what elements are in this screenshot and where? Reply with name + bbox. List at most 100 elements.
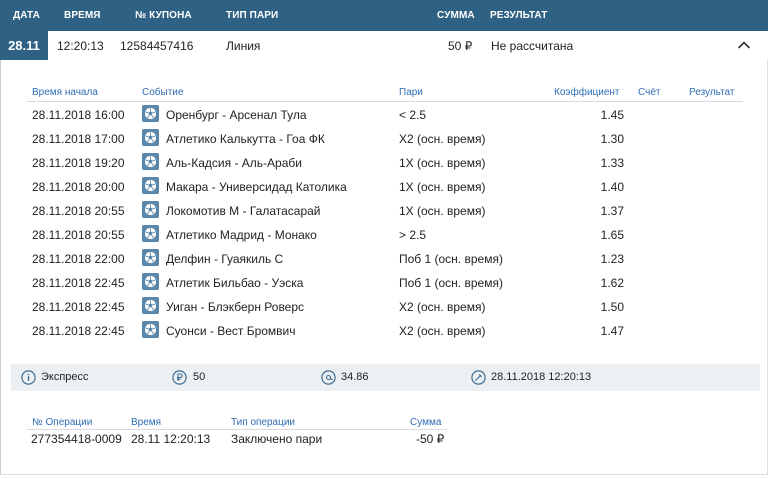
soccer-ball-icon (142, 273, 159, 290)
coupon-summary: Экспресс 50 34.86 28.11.2018 12:20:13 (11, 364, 760, 391)
summary-datetime: 28.11.2018 12:20:13 (491, 371, 592, 383)
operations-header-number: № Операции (32, 417, 93, 428)
operations-header-type: Тип операции (231, 417, 296, 428)
event-row: 28.11.2018 22:00 Делфин - Гуаякиль С Поб 1… (0, 247, 768, 271)
event-coefficient: 1.65 (600, 228, 624, 242)
soccer-ball-icon (142, 225, 159, 242)
coupon-time: 12:20:13 (57, 39, 104, 53)
event-name[interactable]: Уиган - Блэкберн Роверс (166, 300, 304, 314)
event-start-time: 28.11.2018 20:00 (32, 180, 125, 194)
info-icon (21, 370, 36, 385)
event-row: 28.11.2018 22:45 Уиган - Блэкберн Роверс Х… (0, 295, 768, 319)
event-name[interactable]: Атлетик Бильбао - Уэска (166, 276, 303, 290)
events-header-bet: Пари (399, 87, 423, 98)
event-name[interactable]: Делфин - Гуаякиль С (166, 252, 283, 266)
event-coefficient: 1.50 (600, 300, 624, 314)
event-row: 28.11.2018 16:00 Оренбург - Арсенал Тула <… (0, 103, 768, 127)
event-coefficient: 1.30 (600, 132, 624, 146)
event-bet: < 2.5 (399, 108, 427, 122)
soccer-ball-icon (142, 201, 159, 218)
operations-header-divider (27, 429, 447, 430)
header-sum: СУММА (437, 10, 475, 21)
event-bet: 1Х (осн. время) (399, 156, 486, 170)
event-start-time: 28.11.2018 22:45 (32, 300, 125, 314)
events-header-event: Событие (142, 87, 184, 98)
coupon-sum: 50 ₽ (448, 39, 473, 53)
events-header-start-time: Время начала (32, 87, 98, 98)
event-name[interactable]: Атлетико Мадрид - Монако (166, 228, 317, 242)
operations-header-sum: Сумма (410, 417, 442, 428)
operation-type: Заключено пари (231, 432, 323, 446)
details-bottom-border (0, 474, 768, 475)
coupon-type: Линия (226, 39, 261, 53)
event-start-time: 28.11.2018 19:20 (32, 156, 125, 170)
event-name[interactable]: Оренбург - Арсенал Тула (166, 108, 307, 122)
event-bet: Х2 (осн. время) (399, 300, 486, 314)
at-sign-icon (321, 370, 336, 385)
coupon-row[interactable]: 28.11 12:20:13 12584457416 Линия 50 ₽ Не… (0, 31, 768, 60)
events-header-score: Счёт (638, 87, 661, 98)
event-start-time: 28.11.2018 17:00 (32, 132, 125, 146)
event-name[interactable]: Аль-Кадсия - Аль-Араби (166, 156, 302, 170)
event-coefficient: 1.47 (600, 324, 624, 338)
summary-stake: 50 (193, 371, 206, 383)
coupon-table-header: ДАТА ВРЕМЯ № КУПОНА ТИП ПАРИ СУММА РЕЗУЛ… (0, 0, 768, 31)
event-coefficient: 1.23 (600, 252, 624, 266)
operation-time: 28.11 12:20:13 (131, 432, 211, 446)
chevron-up-icon[interactable] (737, 40, 751, 50)
event-bet: Поб 1 (осн. время) (399, 252, 503, 266)
event-row: 28.11.2018 20:00 Макара - Универсидад Кат… (0, 175, 768, 199)
soccer-ball-icon (142, 105, 159, 122)
operations-header-time: Время (131, 417, 162, 428)
soccer-ball-icon (142, 297, 159, 314)
event-coefficient: 1.45 (600, 108, 624, 122)
events-header-divider (27, 101, 743, 102)
coupon-status: Не рассчитана (491, 39, 574, 53)
event-start-time: 28.11.2018 22:45 (32, 276, 125, 290)
header-date: ДАТА (13, 10, 40, 21)
event-bet: Поб 1 (осн. время) (399, 276, 503, 290)
soccer-ball-icon (142, 249, 159, 266)
event-bet: Х2 (осн. время) (399, 132, 486, 146)
events-header-result: Результат (689, 87, 735, 98)
event-bet: 1Х (осн. время) (399, 180, 486, 194)
events-header-coefficient: Коэффициент (554, 87, 620, 98)
event-start-time: 28.11.2018 20:55 (32, 228, 125, 242)
event-start-time: 28.11.2018 16:00 (32, 108, 125, 122)
event-start-time: 28.11.2018 22:00 (32, 252, 125, 266)
event-coefficient: 1.62 (600, 276, 624, 290)
event-row: 28.11.2018 22:45 Суонси - Вест Бромвич Х2 … (0, 319, 768, 343)
event-row: 28.11.2018 22:45 Атлетик Бильбао - Уэска П… (0, 271, 768, 295)
event-bet: Х2 (осн. время) (399, 324, 486, 338)
operation-sum: -50 ₽ (416, 432, 445, 446)
event-coefficient: 1.40 (600, 180, 624, 194)
soccer-ball-icon (142, 153, 159, 170)
calendar-clock-icon (471, 370, 486, 385)
event-start-time: 28.11.2018 20:55 (32, 204, 125, 218)
soccer-ball-icon (142, 177, 159, 194)
event-row: 28.11.2018 20:55 Атлетико Мадрид - Монако… (0, 223, 768, 247)
soccer-ball-icon (142, 321, 159, 338)
summary-total-coef: 34.86 (341, 371, 369, 383)
event-row: 28.11.2018 20:55 Локомотив М - Галатасара… (0, 199, 768, 223)
event-name[interactable]: Атлетико Калькутта - Гоа ФК (166, 132, 325, 146)
event-start-time: 28.11.2018 22:45 (32, 324, 125, 338)
event-bet: > 2.5 (399, 228, 427, 242)
event-name[interactable]: Суонси - Вест Бромвич (166, 324, 296, 338)
soccer-ball-icon (142, 129, 159, 146)
coupon-date: 28.11 (0, 31, 48, 60)
event-bet: 1Х (осн. время) (399, 204, 486, 218)
ruble-coin-icon (172, 370, 187, 385)
header-coupon: № КУПОНА (135, 10, 192, 21)
event-row: 28.11.2018 19:20 Аль-Кадсия - Аль-Араби 1Х… (0, 151, 768, 175)
coupon-number: 12584457416 (120, 39, 194, 53)
operation-number: 277354418-0009 (31, 432, 122, 446)
summary-kind: Экспресс (41, 371, 89, 383)
header-time: ВРЕМЯ (64, 10, 101, 21)
event-coefficient: 1.37 (600, 204, 624, 218)
event-row: 28.11.2018 17:00 Атлетико Калькутта - Гоа… (0, 127, 768, 151)
event-name[interactable]: Макара - Универсидад Католика (166, 180, 347, 194)
event-name[interactable]: Локомотив М - Галатасарай (166, 204, 321, 218)
event-coefficient: 1.33 (600, 156, 624, 170)
header-bet-type: ТИП ПАРИ (226, 10, 279, 21)
